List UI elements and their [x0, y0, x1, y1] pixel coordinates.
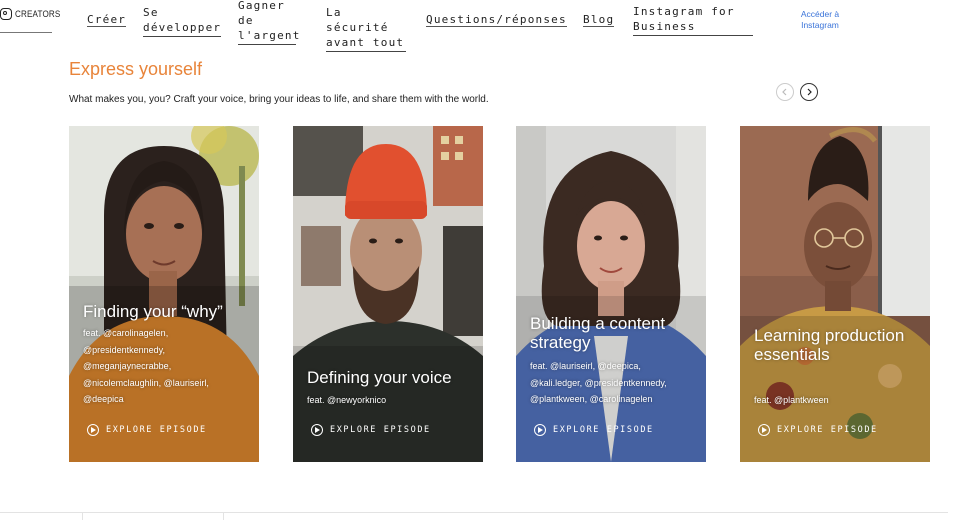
episode-card-defining-your-voice[interactable]: Defining your voice feat. @newyorknico E… — [293, 126, 483, 462]
brand-label: CREATORS — [15, 8, 61, 20]
chevron-right-icon — [807, 88, 812, 96]
explore-episode-link[interactable]: EXPLORE EPISODE — [758, 424, 878, 436]
section-title: Express yourself — [69, 59, 203, 79]
chevron-left-icon — [782, 88, 787, 96]
featured-line: feat. @carolinagelen, — [83, 328, 169, 338]
featured-line: @nicolemclaughlin, @lauriseirl, — [83, 377, 209, 388]
nav-link-instagram-for-business[interactable]: Instagram for Business — [633, 4, 753, 36]
episode-thumbnail — [740, 126, 930, 462]
explore-episode-label: EXPLORE EPISODE — [330, 425, 431, 435]
featured-line: @deepica — [83, 394, 124, 404]
nav-link-creer[interactable]: Créer — [87, 12, 127, 27]
nav-link-la-securite[interactable]: La sécurité avant tout — [326, 5, 406, 52]
footer-tick — [223, 512, 224, 520]
episode-card-finding-your-why[interactable]: Finding your “why” feat. @carolinagelen,… — [69, 126, 259, 462]
episode-featured-creators: feat. @lauriseirl, @deepica, @kali.ledge… — [530, 358, 700, 408]
explore-episode-link[interactable]: EXPLORE EPISODE — [87, 424, 207, 436]
featured-line: @kali.ledger, @presidentkennedy, — [530, 377, 667, 388]
episode-title: Defining your voice — [307, 368, 452, 387]
carousel-next-button[interactable] — [800, 83, 818, 101]
episode-thumbnail — [69, 126, 259, 462]
episode-title: Learning production essentials — [754, 326, 905, 364]
footer-tick — [82, 512, 83, 520]
episode-card-building-a-content-strategy[interactable]: Building a content strategy feat. @lauri… — [516, 126, 706, 462]
instagram-icon — [0, 8, 12, 20]
logo-underline — [0, 32, 52, 33]
episode-thumbnail — [293, 126, 483, 462]
play-icon — [534, 424, 546, 436]
episode-title: Finding your “why” — [83, 302, 223, 321]
instagram-creators-logo[interactable]: CREATORS — [0, 8, 69, 20]
explore-episode-link[interactable]: EXPLORE EPISODE — [534, 424, 654, 436]
explore-episode-label: EXPLORE EPISODE — [106, 425, 207, 435]
episode-featured-creators: feat. @newyorknico — [307, 392, 477, 409]
episode-featured-creators: feat. @plantkween — [754, 392, 924, 409]
nav-link-questions-reponses[interactable]: Questions/réponses — [426, 12, 567, 27]
carousel-prev-button[interactable] — [776, 83, 794, 101]
explore-episode-link[interactable]: EXPLORE EPISODE — [311, 424, 431, 436]
episode-thumbnail — [516, 126, 706, 462]
nav-link-se-developper[interactable]: Se développer — [143, 5, 221, 37]
footer-divider — [0, 512, 948, 513]
nav-link-blog[interactable]: Blog — [583, 12, 615, 27]
explore-episode-label: EXPLORE EPISODE — [777, 425, 878, 435]
play-icon — [758, 424, 770, 436]
featured-line: feat. @plantkween — [754, 395, 829, 405]
episode-featured-creators: feat. @carolinagelen, @presidentkennedy,… — [83, 325, 253, 408]
section-description: What makes you, you? Craft your voice, b… — [69, 94, 489, 105]
episode-card-learning-production-essentials[interactable]: Learning production essentials feat. @pl… — [740, 126, 930, 462]
nav-link-gagner-de-largent[interactable]: Gagner de l'argent — [238, 0, 299, 45]
play-icon — [87, 424, 99, 436]
featured-line: @plantkween, @carolinagelen — [530, 394, 653, 404]
explore-episode-label: EXPLORE EPISODE — [553, 425, 654, 435]
featured-line: feat. @newyorknico — [307, 395, 387, 405]
access-instagram-label: Accéder à Instagram — [800, 9, 840, 30]
featured-line: @meganjaynecrabbe, — [83, 361, 172, 371]
play-icon — [311, 424, 323, 436]
episode-title: Building a content strategy — [530, 314, 666, 352]
featured-line: feat. @lauriseirl, @deepica, — [530, 361, 641, 371]
access-instagram-link[interactable]: Accéder à Instagram — [796, 9, 844, 31]
featured-line: @presidentkennedy, — [83, 344, 166, 355]
